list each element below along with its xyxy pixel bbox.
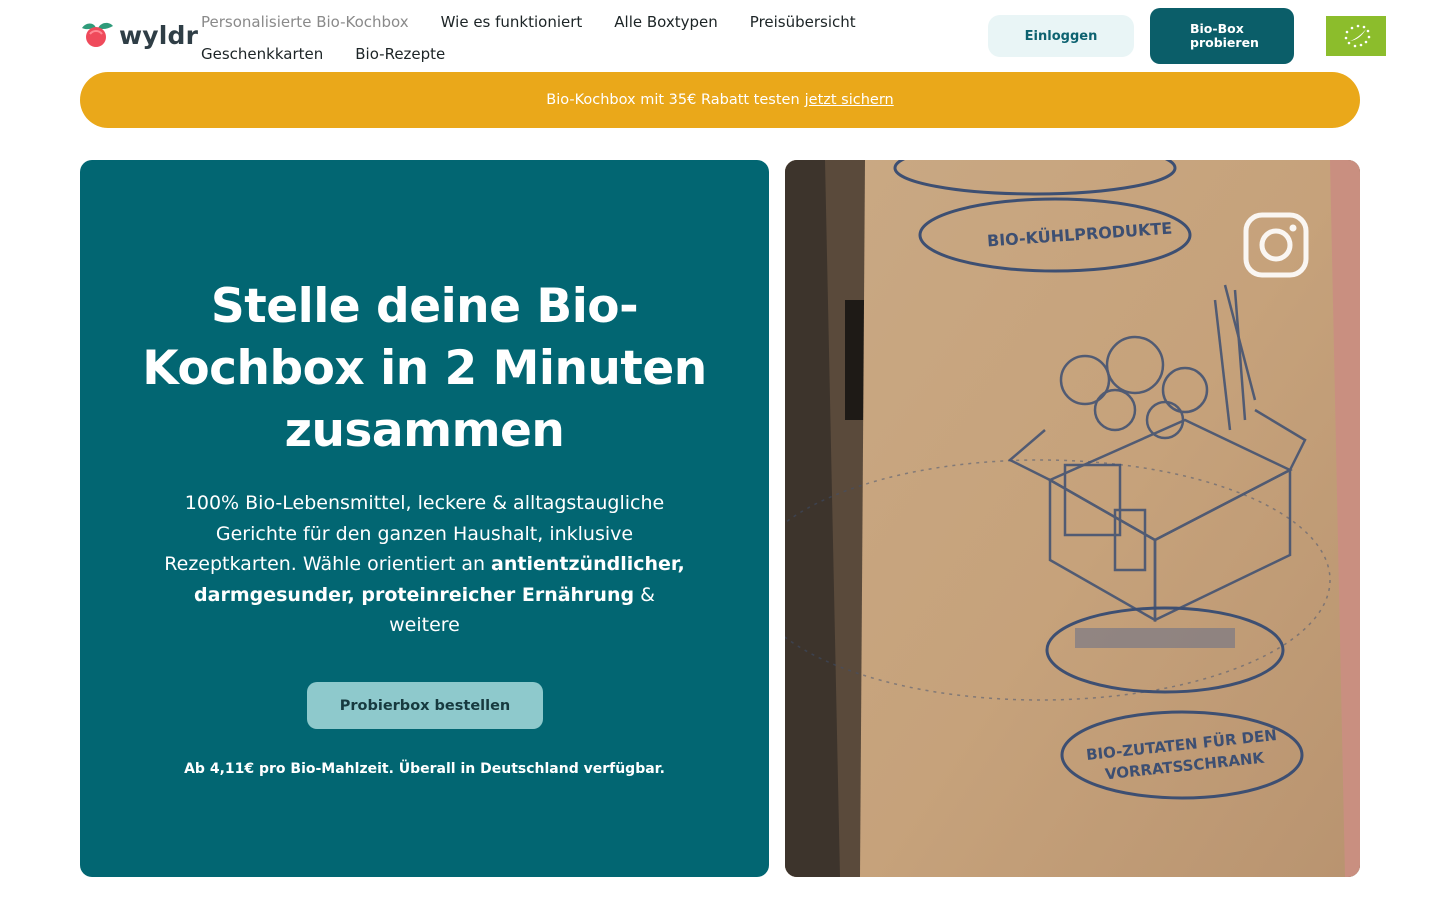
hero-description: 100% Bio-Lebensmittel, leckere & alltags… — [164, 488, 685, 641]
main-nav: Personalisierte Bio-Kochbox Wie es funkt… — [201, 6, 901, 70]
hero-price-note: Ab 4,11€ pro Bio-Mahlzeit. Überall in De… — [184, 761, 665, 777]
order-trial-box-button[interactable]: Probierbox bestellen — [307, 682, 543, 729]
try-bio-box-button[interactable]: Bio-Box probieren — [1150, 8, 1294, 64]
nav-item-geschenkkarten[interactable]: Geschenkkarten — [201, 45, 323, 63]
hero-title: Stelle deine Bio-Kochbox in 2 Minuten zu… — [142, 279, 707, 458]
try-bio-box-label-line2: probieren — [1190, 35, 1259, 50]
leaf-logo-icon — [82, 22, 113, 47]
promo-banner-text: Bio-Kochbox mit 35€ Rabatt testen — [546, 92, 800, 108]
nav-item-bio-rezepte[interactable]: Bio-Rezepte — [355, 45, 445, 63]
try-bio-box-label-line1: Bio-Box — [1190, 21, 1244, 36]
nav-item-personalisierte-bio-kochbox[interactable]: Personalisierte Bio-Kochbox — [201, 13, 409, 31]
hero-panel: Stelle deine Bio-Kochbox in 2 Minuten zu… — [80, 160, 769, 877]
promo-banner: Bio-Kochbox mit 35€ Rabatt testen jetzt … — [80, 72, 1360, 128]
nav-item-wie-es-funktioniert[interactable]: Wie es funktioniert — [441, 13, 583, 31]
promo-banner-link[interactable]: jetzt sichern — [805, 92, 894, 108]
brand-logo-text: wyldr — [119, 20, 199, 50]
instagram-icon[interactable] — [1243, 212, 1309, 278]
hero-video[interactable]: BIO-KÜHLPRODUKTE BIO-ZUTATEN FÜR DEN VOR… — [785, 160, 1360, 877]
nav-item-alle-boxtypen[interactable]: Alle Boxtypen — [614, 13, 718, 31]
nav-item-preisuebersicht[interactable]: Preisübersicht — [750, 13, 856, 31]
brand-logo[interactable]: wyldr — [80, 18, 198, 52]
login-button[interactable]: Einloggen — [988, 15, 1134, 57]
eu-organic-logo — [1326, 16, 1386, 56]
